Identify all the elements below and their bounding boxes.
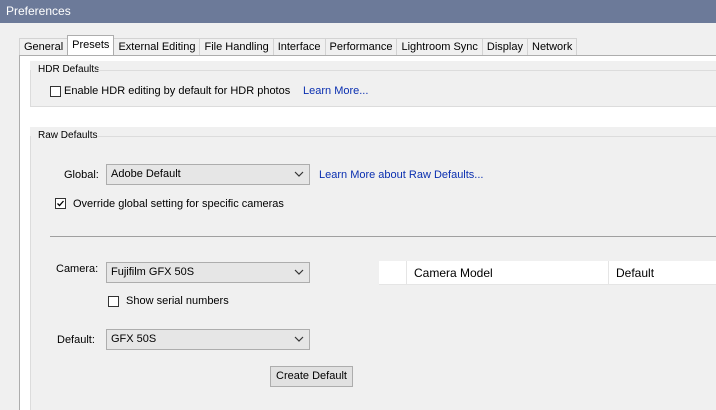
window-title: Preferences: [0, 0, 716, 23]
override-label[interactable]: Override global setting for specific cam…: [73, 198, 284, 210]
chevron-down-icon: [294, 171, 304, 177]
default-select[interactable]: GFX 50S: [106, 329, 310, 350]
tab-performance[interactable]: Performance: [324, 38, 398, 55]
chevron-down-icon: [294, 269, 304, 275]
tab-presets[interactable]: Presets: [67, 35, 115, 55]
camera-defaults-table-header: Camera Model Default: [379, 261, 716, 285]
hdr-group-border-top: [98, 70, 716, 71]
tab-display[interactable]: Display: [481, 38, 528, 55]
hdr-defaults-title: HDR Defaults: [38, 64, 100, 75]
camera-select[interactable]: Fujifilm GFX 50S: [106, 262, 310, 283]
checkmark-icon: [57, 200, 64, 207]
tab-general[interactable]: General: [19, 38, 69, 55]
override-checkbox[interactable]: [55, 198, 66, 209]
global-select[interactable]: Adobe Default: [106, 164, 310, 185]
create-default-button[interactable]: Create Default: [270, 366, 353, 387]
hdr-enable-checkbox[interactable]: [50, 86, 61, 97]
column-header-default[interactable]: Default: [608, 261, 716, 285]
serial-numbers-label[interactable]: Show serial numbers: [126, 295, 229, 307]
camera-select-value: Fujifilm GFX 50S: [111, 266, 195, 278]
default-select-value: GFX 50S: [111, 333, 157, 345]
tab-external-editing[interactable]: External Editing: [113, 38, 201, 55]
hdr-learn-more-link[interactable]: Learn More...: [303, 85, 368, 97]
global-label: Global:: [64, 169, 99, 181]
tab-lightroom-sync[interactable]: Lightroom Sync: [396, 38, 483, 55]
serial-numbers-checkbox[interactable]: [108, 296, 119, 307]
column-header-camera-model[interactable]: Camera Model: [406, 261, 608, 285]
tab-network[interactable]: Network: [527, 38, 578, 55]
tab-bar: General Presets External Editing File Ha…: [19, 35, 578, 55]
tab-interface[interactable]: Interface: [272, 38, 326, 55]
divider-line: [50, 236, 716, 237]
hdr-group-border-left: [30, 70, 31, 107]
raw-group-border-top: [98, 136, 716, 137]
tab-file-handling[interactable]: File Handling: [199, 38, 274, 55]
default-label: Default:: [57, 334, 95, 346]
raw-defaults-learn-more-link[interactable]: Learn More about Raw Defaults...: [319, 169, 483, 181]
hdr-group-border-bottom: [30, 106, 716, 107]
chevron-down-icon: [294, 336, 304, 342]
hdr-enable-label[interactable]: Enable HDR editing by default for HDR ph…: [64, 85, 290, 97]
camera-label: Camera:: [56, 263, 99, 275]
hdr-defaults-group: [30, 61, 716, 107]
global-select-value: Adobe Default: [111, 168, 181, 180]
raw-group-border-left: [30, 136, 31, 410]
raw-defaults-title: Raw Defaults: [38, 130, 98, 141]
